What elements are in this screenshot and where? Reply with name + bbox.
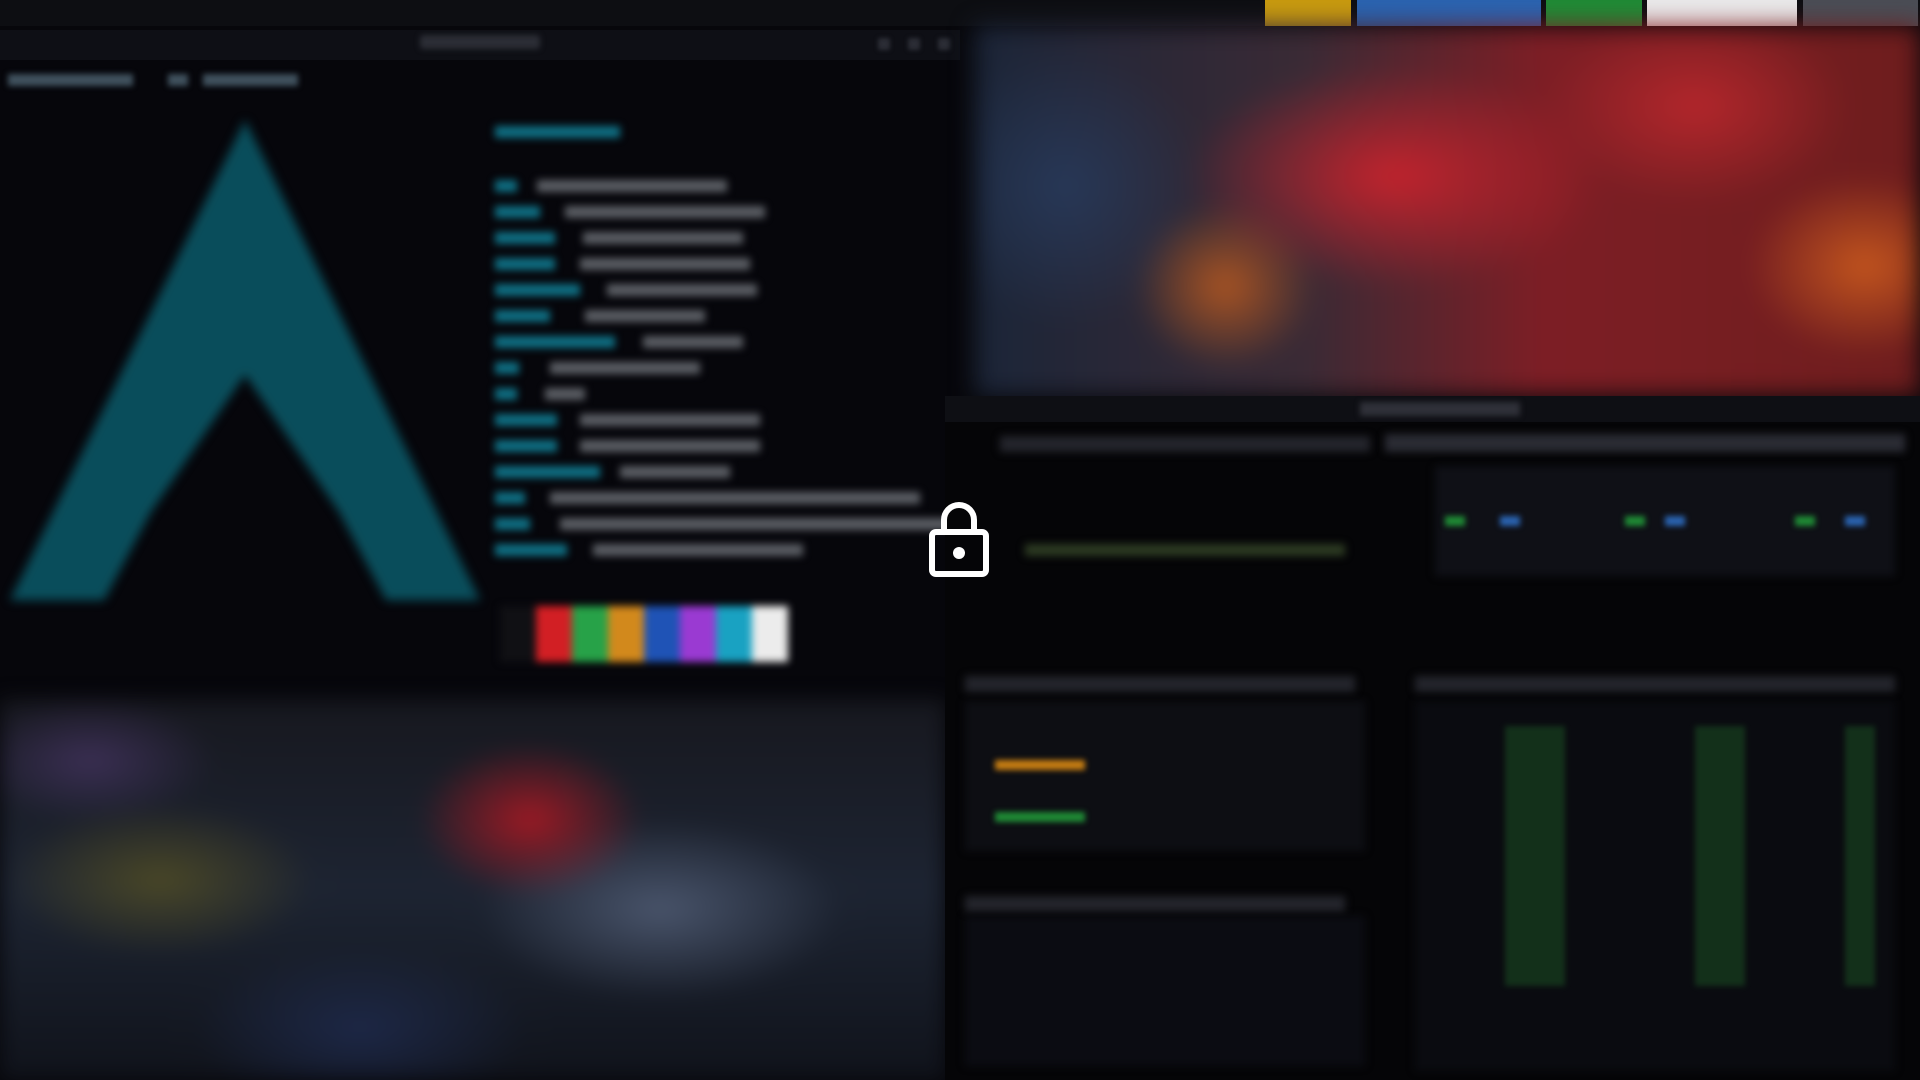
wallpaper-bottom-left <box>0 700 945 1080</box>
shell-prompt <box>8 74 298 88</box>
monitor-cpu-header <box>1000 436 1370 452</box>
terminal-window <box>0 30 960 700</box>
status-segment-white <box>1647 0 1797 26</box>
monitor-cpu-stats <box>1385 434 1905 452</box>
monitor-cpu-graph <box>1025 544 1345 556</box>
system-info-list <box>495 126 955 586</box>
lock-icon <box>928 496 990 578</box>
system-monitor-window <box>945 396 1920 1080</box>
monitor-net-header <box>965 896 1345 912</box>
monitor-title <box>1360 402 1520 416</box>
monitor-titlebar <box>945 396 1920 422</box>
monitor-process-list <box>1415 701 1895 1071</box>
status-segment-green <box>1546 0 1642 26</box>
wallpaper-top-right <box>975 26 1920 396</box>
terminal-title <box>420 35 540 49</box>
maximize-icon <box>908 38 920 50</box>
status-segment-gray <box>1803 0 1918 26</box>
monitor-mem-panel <box>965 701 1365 851</box>
minimize-icon <box>878 38 890 50</box>
distro-logo-ascii <box>10 120 480 620</box>
color-palette <box>500 606 795 662</box>
monitor-net-panel <box>965 916 1365 1066</box>
status-segment-yellow <box>1265 0 1351 26</box>
monitor-mem-header <box>965 676 1355 692</box>
terminal-titlebar <box>0 30 960 60</box>
monitor-proc-header <box>1415 676 1895 692</box>
close-icon <box>938 38 950 50</box>
top-status-bar <box>0 0 1920 26</box>
status-segment-blue <box>1357 0 1541 26</box>
